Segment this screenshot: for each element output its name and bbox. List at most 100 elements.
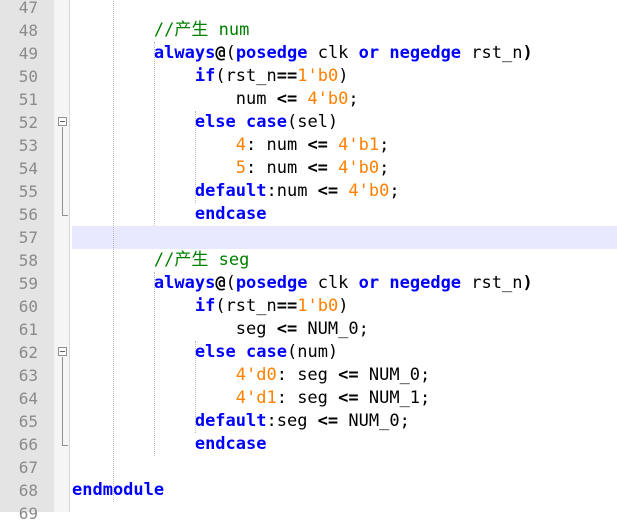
- line-number: 63: [18, 366, 38, 385]
- code-token: (: [215, 66, 226, 86]
- code-line[interactable]: 59 always@(posedge clk or negedge rst_n): [0, 272, 617, 295]
- code-line[interactable]: 57: [0, 226, 617, 249]
- indent-guide: [153, 272, 155, 456]
- keyword-token: negedge: [389, 43, 462, 63]
- keyword-token: or: [358, 273, 380, 293]
- line-number: 59: [18, 274, 38, 293]
- code-line[interactable]: 49 always@(posedge clk or negedge rst_n): [0, 42, 617, 65]
- code-line[interactable]: 68 endmodule: [0, 479, 617, 502]
- number-token: 4'd0: [235, 365, 277, 385]
- code-line[interactable]: 62 else case(num): [0, 341, 617, 364]
- code-line[interactable]: 48 //产生 num: [0, 19, 617, 42]
- code-token: rst_n: [461, 43, 523, 63]
- line-number: 50: [18, 67, 38, 86]
- code-token: ;: [348, 89, 359, 109]
- line-number: 47: [18, 0, 38, 17]
- indent-guide: [194, 111, 196, 203]
- code-token: NUM_0;: [297, 319, 369, 339]
- code-line[interactable]: 50 if(rst_n==1'b0): [0, 65, 617, 88]
- code-token: : seg: [276, 365, 339, 385]
- number-token: 'b0: [307, 66, 339, 86]
- code-token: <=: [307, 135, 328, 155]
- keyword-token: posedge: [235, 43, 308, 63]
- code-token: (: [225, 273, 236, 293]
- line-number: 69: [18, 504, 38, 523]
- code-line[interactable]: 58 //产生 seg: [0, 249, 617, 272]
- code-token: :num: [266, 181, 318, 201]
- code-token: rst_n: [225, 296, 277, 316]
- code-token: <=: [338, 388, 359, 408]
- code-token: ): [338, 296, 349, 316]
- keyword-token: case: [246, 112, 287, 132]
- number-token: 4'b0: [307, 89, 349, 109]
- number-token: 4'b1: [338, 135, 380, 155]
- code-token: <=: [307, 158, 328, 178]
- code-line[interactable]: 52 else case(sel): [0, 111, 617, 134]
- code-line[interactable]: 55 default:num <= 4'b0;: [0, 180, 617, 203]
- code-token: (: [215, 296, 226, 316]
- code-text[interactable]: //产生 num: [72, 19, 617, 42]
- code-token: : num: [246, 158, 308, 178]
- code-text[interactable]: [72, 0, 617, 19]
- code-line[interactable]: 64 4'd1: seg <= NUM_1;: [0, 387, 617, 410]
- line-number: 52: [18, 113, 38, 132]
- code-token: (num): [286, 342, 339, 362]
- code-line[interactable]: 54 5: num <= 4'b0;: [0, 157, 617, 180]
- code-text[interactable]: [72, 502, 617, 525]
- code-line[interactable]: 47: [0, 0, 617, 19]
- line-number: 61: [18, 320, 38, 339]
- line-number: 58: [18, 251, 38, 270]
- code-token: : seg: [276, 388, 339, 408]
- code-text[interactable]: //产生 seg: [72, 249, 617, 272]
- code-line[interactable]: 63 4'd0: seg <= NUM_0;: [0, 364, 617, 387]
- code-line[interactable]: 56 endcase: [0, 203, 617, 226]
- keyword-token: posedge: [235, 273, 308, 293]
- code-token: <=: [317, 181, 339, 201]
- code-line[interactable]: 60 if(rst_n==1'b0): [0, 295, 617, 318]
- code-text[interactable]: endmodule: [72, 479, 617, 502]
- keyword-token: if: [194, 296, 216, 316]
- code-line[interactable]: 66 endcase: [0, 433, 617, 456]
- code-line[interactable]: 51 num <= 4'b0;: [0, 88, 617, 111]
- code-token: NUM_1;: [358, 388, 431, 408]
- code-token: rst_n: [461, 273, 523, 293]
- keyword-token: if: [194, 66, 216, 86]
- line-number: 56: [18, 205, 38, 224]
- code-line[interactable]: 61 seg <= NUM_0;: [0, 318, 617, 341]
- number-token: 4'b0: [338, 158, 380, 178]
- code-token: <=: [276, 89, 298, 109]
- line-number: 54: [18, 159, 38, 178]
- code-text[interactable]: [72, 456, 617, 479]
- line-number: 53: [18, 136, 38, 155]
- code-token: @: [215, 273, 226, 293]
- fold-range-line: [62, 127, 63, 215]
- code-token: seg: [72, 319, 277, 339]
- keyword-token: default: [194, 181, 267, 201]
- number-token: 4: [235, 135, 247, 155]
- keyword-token: endcase: [194, 434, 267, 454]
- code-line[interactable]: 65 default:seg <= NUM_0;: [0, 410, 617, 433]
- code-token: rst_n: [225, 66, 277, 86]
- fold-toggle-icon[interactable]: [58, 117, 67, 126]
- number-token: 4'd1: [235, 388, 277, 408]
- code-text[interactable]: [72, 226, 617, 249]
- code-line[interactable]: 67: [0, 456, 617, 479]
- code-token: ): [522, 273, 533, 293]
- code-token: NUM_0;: [338, 411, 410, 431]
- indent-guide: [112, 0, 114, 502]
- keyword-token: always: [153, 43, 216, 63]
- code-token: <=: [338, 365, 359, 385]
- code-token: @: [215, 43, 226, 63]
- code-line[interactable]: 53 4: num <= 4'b1;: [0, 134, 617, 157]
- line-number: 60: [18, 297, 38, 316]
- fold-toggle-icon[interactable]: [58, 347, 67, 356]
- code-line[interactable]: 69: [0, 502, 617, 525]
- code-token: ==: [276, 296, 298, 316]
